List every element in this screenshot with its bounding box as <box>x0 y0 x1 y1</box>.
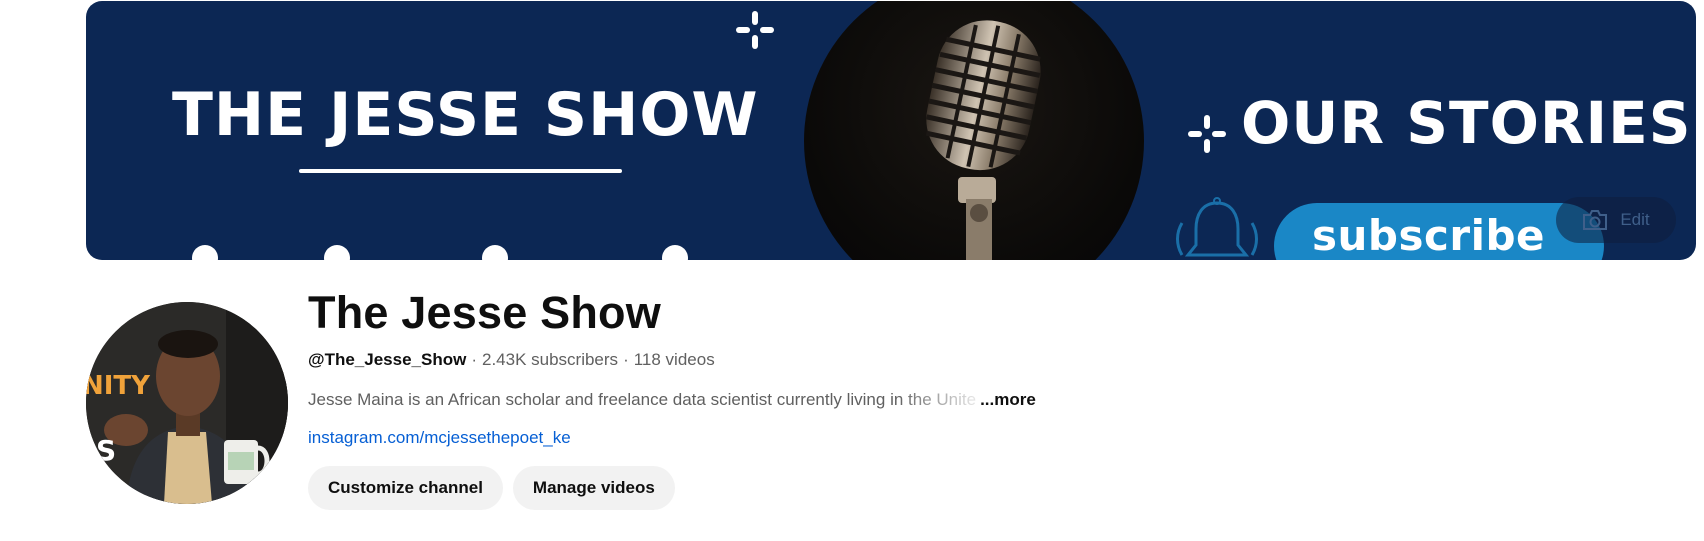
customize-channel-button[interactable]: Customize channel <box>308 466 503 510</box>
channel-description[interactable]: Jesse Maina is an African scholar and fr… <box>308 388 1608 412</box>
avatar-text-top: NITY <box>86 371 151 401</box>
sparkle-icon <box>736 11 774 49</box>
camera-icon <box>1583 210 1608 230</box>
banner-title-left: THE JESSE SHOW <box>172 80 759 150</box>
banner-subscribe-graphic: subscribe <box>1274 203 1604 260</box>
description-text: Jesse Maina is an African scholar and fr… <box>308 390 977 409</box>
meta-separator: · <box>623 350 629 369</box>
channel-meta: @The_Jesse_Show · 2.43K subscribers · 118 vi… <box>308 348 1608 372</box>
channel-title: The Jesse Show <box>308 287 661 338</box>
bell-icon <box>1176 197 1258 257</box>
channel-page: THE JESSE SHOW OUR STORIES subscribe Edi… <box>0 0 1704 541</box>
banner-subscribe-label: subscribe <box>1312 211 1546 260</box>
avatar-image: NITY S <box>86 302 288 504</box>
banner-dot <box>192 245 218 260</box>
microphone-icon <box>925 20 1041 260</box>
banner-title-right: OUR STORIES <box>1241 89 1692 157</box>
edit-banner-label: Edit <box>1620 210 1650 229</box>
channel-banner: THE JESSE SHOW OUR STORIES subscribe Edi… <box>86 1 1696 260</box>
video-count: 118 videos <box>633 350 715 369</box>
channel-info: The Jesse Show @The_Jesse_Show · 2.43K sub… <box>308 286 1608 510</box>
meta-separator: · <box>471 350 477 369</box>
edit-banner-button[interactable]: Edit <box>1556 197 1676 243</box>
channel-link[interactable]: instagram.com/mcjessethepoet_ke <box>308 426 571 450</box>
subscriber-count: 2.43K subscribers <box>481 350 619 369</box>
more-button[interactable]: ...more <box>980 388 1036 412</box>
banner-dot <box>482 245 508 260</box>
banner-dot <box>662 245 688 260</box>
sparkle-icon <box>1188 115 1226 153</box>
avatar-text-bottom: S <box>96 434 116 467</box>
manage-videos-button[interactable]: Manage videos <box>512 466 675 510</box>
banner-underline <box>299 169 622 173</box>
channel-handle: @The_Jesse_Show <box>308 350 467 369</box>
channel-actions: Customize channel Manage videos <box>308 466 1608 510</box>
banner-dot <box>324 245 350 260</box>
channel-avatar[interactable]: NITY S <box>86 302 288 504</box>
